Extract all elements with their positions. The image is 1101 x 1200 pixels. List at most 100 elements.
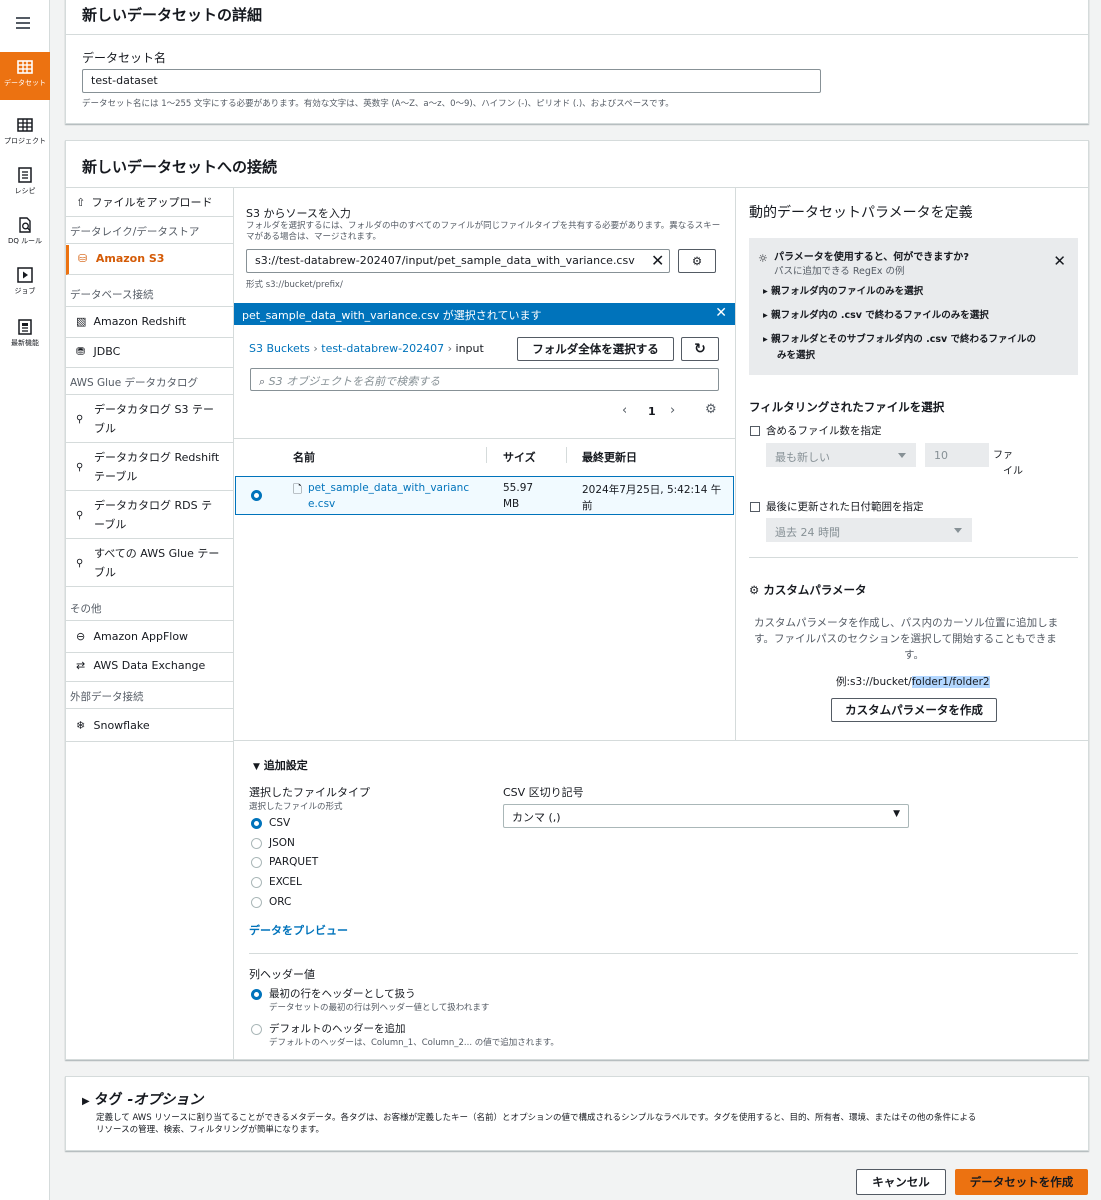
insert-parameter-button[interactable]: ⚙: [678, 249, 716, 273]
bucket-icon: ⛁: [78, 252, 88, 265]
dataset-name-input[interactable]: test-dataset: [82, 69, 821, 93]
s3-source-label: S3 からソースを入力: [246, 207, 351, 220]
file-size-line2: MB: [503, 498, 520, 510]
dataset-name-hint: データセット名には 1〜255 文字にする必要があります。有効な文字は、英数字 …: [82, 99, 674, 109]
source-upload-file[interactable]: ⇧ ファイルをアップロード: [66, 187, 233, 217]
tags-toggle[interactable]: ▶ タグ -オプション: [82, 1089, 203, 1109]
settings-icon[interactable]: ⚙: [705, 402, 717, 417]
source-label: すべての AWS Glue テーブル: [94, 547, 220, 579]
filetype-radio-orc[interactable]: [251, 897, 262, 908]
s3-path-value: s3://test-databrew-202407/input/pet_samp…: [255, 254, 635, 267]
close-icon[interactable]: ✕: [1053, 252, 1066, 270]
source-glue-all[interactable]: ⚲ すべての AWS Glue テーブル: [66, 540, 233, 587]
filetype-radio-json[interactable]: [251, 838, 262, 849]
delimiter-select[interactable]: カンマ (,) ▼: [503, 804, 909, 828]
nav-datasets[interactable]: データセット: [0, 52, 50, 100]
filter-title: フィルタリングされたファイルを選択: [749, 400, 945, 414]
source-label: Amazon AppFlow: [93, 630, 189, 643]
category-database: データベース接続: [66, 281, 233, 307]
table-row[interactable]: 🗋 pet_sample_data_with_varianc e.csv 55.…: [235, 476, 734, 515]
header-option-1-hint: データセットの最初の行は列ヘッダー値として扱われます: [269, 1003, 490, 1013]
source-amazon-redshift[interactable]: ▧ Amazon Redshift: [66, 308, 233, 338]
source-amazon-s3[interactable]: ⛁ Amazon S3: [66, 245, 233, 275]
filetype-radio-csv[interactable]: [251, 818, 262, 829]
filetype-label-excel: EXCEL: [269, 876, 302, 888]
next-page-icon[interactable]: ›: [670, 403, 675, 418]
column-header-modified[interactable]: 最終更新日: [582, 449, 637, 465]
date-range-select[interactable]: 過去 24 時間: [766, 518, 972, 542]
dataset-details-panel: 新しいデータセットの詳細 データセット名 test-dataset データセット…: [65, 0, 1089, 124]
column-header-size[interactable]: サイズ: [503, 449, 536, 465]
info-box: ☼ パラメータを使用すると、何ができますか? パスに追加できる RegEx の例…: [749, 238, 1078, 375]
select-folder-button[interactable]: フォルダ全体を選択する: [517, 337, 674, 361]
header-option-2-hint: デフォルトのヘッダーは、Column_1、Column_2... の値で追加され…: [269, 1038, 559, 1048]
info-example-2[interactable]: ▸ 親フォルダ内の .csv で終わるファイルのみを選択: [763, 307, 989, 321]
header-option-2: デフォルトのヘッダーを追加: [269, 1023, 406, 1035]
info-subtitle: パスに追加できる RegEx の例: [774, 266, 905, 277]
caret-right-icon: ▶: [82, 1096, 90, 1107]
create-custom-param-button[interactable]: カスタムパラメータを作成: [831, 698, 997, 722]
caret-down-icon: ▼: [893, 809, 900, 819]
source-snowflake[interactable]: ❄ Snowflake: [66, 712, 233, 742]
filetype-radio-excel[interactable]: [251, 877, 262, 888]
breadcrumb-bucket[interactable]: test-databrew-202407: [321, 342, 444, 355]
count-unit: ファ: [993, 450, 1013, 461]
clear-icon[interactable]: ✕: [651, 251, 664, 270]
create-dataset-button[interactable]: データセットを作成: [955, 1169, 1088, 1195]
redshift-icon: ▧: [76, 315, 87, 328]
info-title: パラメータを使用すると、何ができますか?: [774, 252, 970, 263]
close-icon[interactable]: ✕: [715, 305, 727, 321]
example-text: 親フォルダ内のファイルのみを選択: [771, 286, 924, 297]
file-name-line2[interactable]: e.csv: [308, 498, 335, 510]
cancel-button[interactable]: キャンセル: [856, 1169, 946, 1195]
preview-data-link[interactable]: データをプレビュー: [249, 922, 348, 938]
header-radio-first-row[interactable]: [251, 989, 262, 1000]
info-example-1[interactable]: ▸ 親フォルダ内のファイルのみを選択: [763, 283, 923, 297]
s3-path-input[interactable]: s3://test-databrew-202407/input/pet_samp…: [246, 249, 670, 273]
dataset-connection-panel: 新しいデータセットへの接続 ⇧ ファイルをアップロード データレイク/データスト…: [65, 140, 1089, 1060]
additional-settings-toggle[interactable]: ▼ 追加設定: [253, 757, 308, 773]
page-number[interactable]: 1: [648, 405, 656, 418]
source-jdbc[interactable]: ⛃ JDBC: [66, 338, 233, 368]
table-icon: [17, 60, 33, 74]
object-search-input[interactable]: ⌕ S3 オブジェクトを名前で検索する: [250, 368, 719, 391]
source-data-exchange[interactable]: ⇄ AWS Data Exchange: [66, 652, 233, 682]
filetype-label: 選択したファイルタイプ: [249, 786, 370, 799]
count-order-select[interactable]: 最も新しい: [766, 443, 916, 467]
caret-down-icon: ▼: [253, 762, 260, 772]
prev-page-icon[interactable]: ‹: [622, 403, 627, 418]
nav-recipes[interactable]: レシピ: [0, 160, 50, 208]
count-value-input[interactable]: 10: [925, 443, 989, 467]
source-appflow[interactable]: ⊖ Amazon AppFlow: [66, 623, 233, 653]
nav-label: 最新機能: [11, 339, 39, 347]
date-range-checkbox[interactable]: [750, 502, 760, 512]
nav-projects[interactable]: プロジェクト: [0, 110, 50, 158]
count-checkbox[interactable]: [750, 426, 760, 436]
breadcrumb-root[interactable]: S3 Buckets: [249, 342, 310, 355]
nav-whats-new[interactable]: 最新機能: [0, 312, 50, 360]
tags-desc-2: リソースの管理、検索、フィルタリングが簡単になります。: [96, 1125, 325, 1135]
source-label: データカタログ S3 テーブル: [94, 403, 214, 435]
news-icon: [18, 319, 32, 335]
delimiter-label: CSV 区切り記号: [503, 786, 584, 799]
glue-icon: ⚲: [76, 462, 84, 473]
row-radio[interactable]: [251, 490, 262, 501]
exchange-icon: ⇄: [76, 659, 86, 672]
nav-jobs[interactable]: ジョブ: [0, 260, 50, 308]
menu-icon[interactable]: [16, 17, 30, 29]
source-glue-redshift[interactable]: ⚲ データカタログ Redshift テーブル: [66, 444, 233, 491]
refresh-button[interactable]: ↻: [681, 337, 719, 361]
parameter-icon: ⚙: [749, 583, 760, 597]
example-highlight: folder1/folder2: [911, 676, 990, 688]
info-example-3[interactable]: ▸ 親フォルダとそのサブフォルダ内の .csv で終わるファイルの: [763, 331, 1036, 345]
source-glue-s3[interactable]: ⚲ データカタログ S3 テーブル: [66, 396, 233, 443]
source-glue-rds[interactable]: ⚲ データカタログ RDS テーブル: [66, 492, 233, 539]
filetype-radio-parquet[interactable]: [251, 857, 262, 868]
category-data-lake: データレイク/データストア: [66, 218, 233, 244]
column-header-name[interactable]: 名前: [293, 449, 315, 465]
parameter-icon: ⚙: [691, 254, 703, 268]
header-radio-default[interactable]: [251, 1024, 262, 1035]
file-size-line1: 55.97: [503, 482, 534, 494]
file-name-line1[interactable]: pet_sample_data_with_varianc: [308, 482, 469, 494]
nav-dq-rules[interactable]: DQ ルール: [0, 210, 50, 258]
